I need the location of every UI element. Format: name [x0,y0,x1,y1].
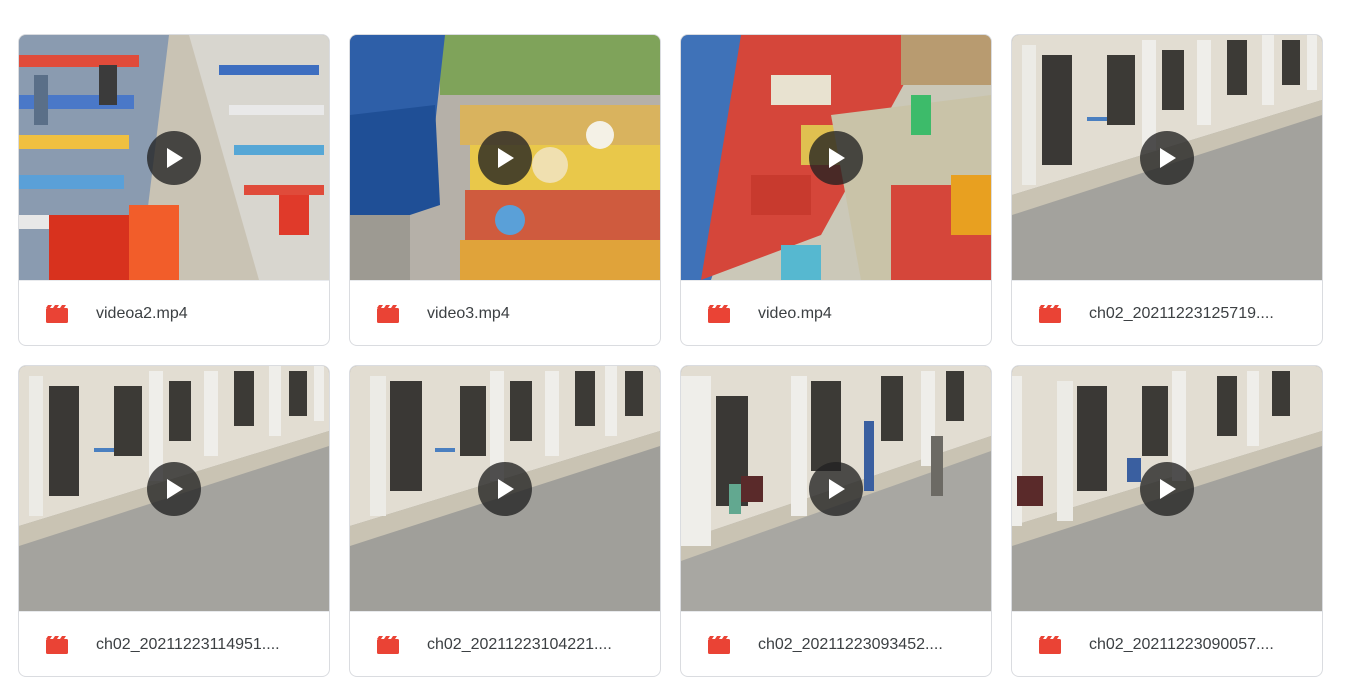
file-name: videoa2.mp4 [96,304,188,322]
play-button[interactable] [809,130,863,185]
play-icon [1160,147,1176,168]
file-name-bar[interactable]: ch02_20211223090057.... [1012,611,1322,676]
video-thumbnail[interactable] [350,35,660,280]
video-file-icon [707,635,731,655]
file-name-bar[interactable]: ch02_20211223125719.... [1012,280,1322,345]
file-name: ch02_20211223125719.... [1089,304,1274,322]
play-icon [829,478,845,499]
play-button[interactable] [1140,130,1194,185]
file-name: ch02_20211223090057.... [1089,635,1274,653]
video-thumbnail[interactable] [350,366,660,611]
file-name-bar[interactable]: videoa2.mp4 [19,280,329,345]
play-icon [167,147,183,168]
file-card-videoa2[interactable]: videoa2.mp4 [18,34,330,346]
video-thumbnail[interactable] [1012,35,1322,280]
file-name: ch02_20211223104221.... [427,635,612,653]
video-thumbnail[interactable] [19,366,329,611]
play-icon [498,147,514,168]
file-name-bar[interactable]: ch02_20211223104221.... [350,611,660,676]
file-name-bar[interactable]: video.mp4 [681,280,991,345]
play-icon [498,478,514,499]
play-button[interactable] [147,130,201,185]
video-file-icon [1038,304,1062,324]
video-file-icon [1038,635,1062,655]
file-card-ch02-104221[interactable]: ch02_20211223104221.... [349,365,661,677]
play-icon [829,147,845,168]
play-icon [167,478,183,499]
video-file-icon [45,304,69,324]
file-card-ch02-114951[interactable]: ch02_20211223114951.... [18,365,330,677]
play-button[interactable] [1140,461,1194,516]
file-name-bar[interactable]: ch02_20211223114951.... [19,611,329,676]
file-name: video3.mp4 [427,304,510,322]
file-card-video[interactable]: video.mp4 [680,34,992,346]
file-name-bar[interactable]: video3.mp4 [350,280,660,345]
video-thumbnail[interactable] [1012,366,1322,611]
file-card-video3[interactable]: video3.mp4 [349,34,661,346]
file-card-ch02-093452[interactable]: ch02_20211223093452.... [680,365,992,677]
play-button[interactable] [147,461,201,516]
video-file-icon [376,635,400,655]
file-card-ch02-125719[interactable]: ch02_20211223125719.... [1011,34,1323,346]
video-file-icon [45,635,69,655]
video-thumbnail[interactable] [681,35,991,280]
video-thumbnail[interactable] [681,366,991,611]
play-icon [1160,478,1176,499]
file-name: ch02_20211223114951.... [96,635,280,653]
file-name: ch02_20211223093452.... [758,635,943,653]
play-button[interactable] [809,461,863,516]
video-file-grid: videoa2.mp4 video3.mp4 video.mp4 ch02_20… [18,34,1323,677]
play-button[interactable] [478,461,532,516]
file-name-bar[interactable]: ch02_20211223093452.... [681,611,991,676]
video-file-icon [707,304,731,324]
video-thumbnail[interactable] [19,35,329,280]
play-button[interactable] [478,130,532,185]
file-name: video.mp4 [758,304,832,322]
file-card-ch02-090057[interactable]: ch02_20211223090057.... [1011,365,1323,677]
video-file-icon [376,304,400,324]
